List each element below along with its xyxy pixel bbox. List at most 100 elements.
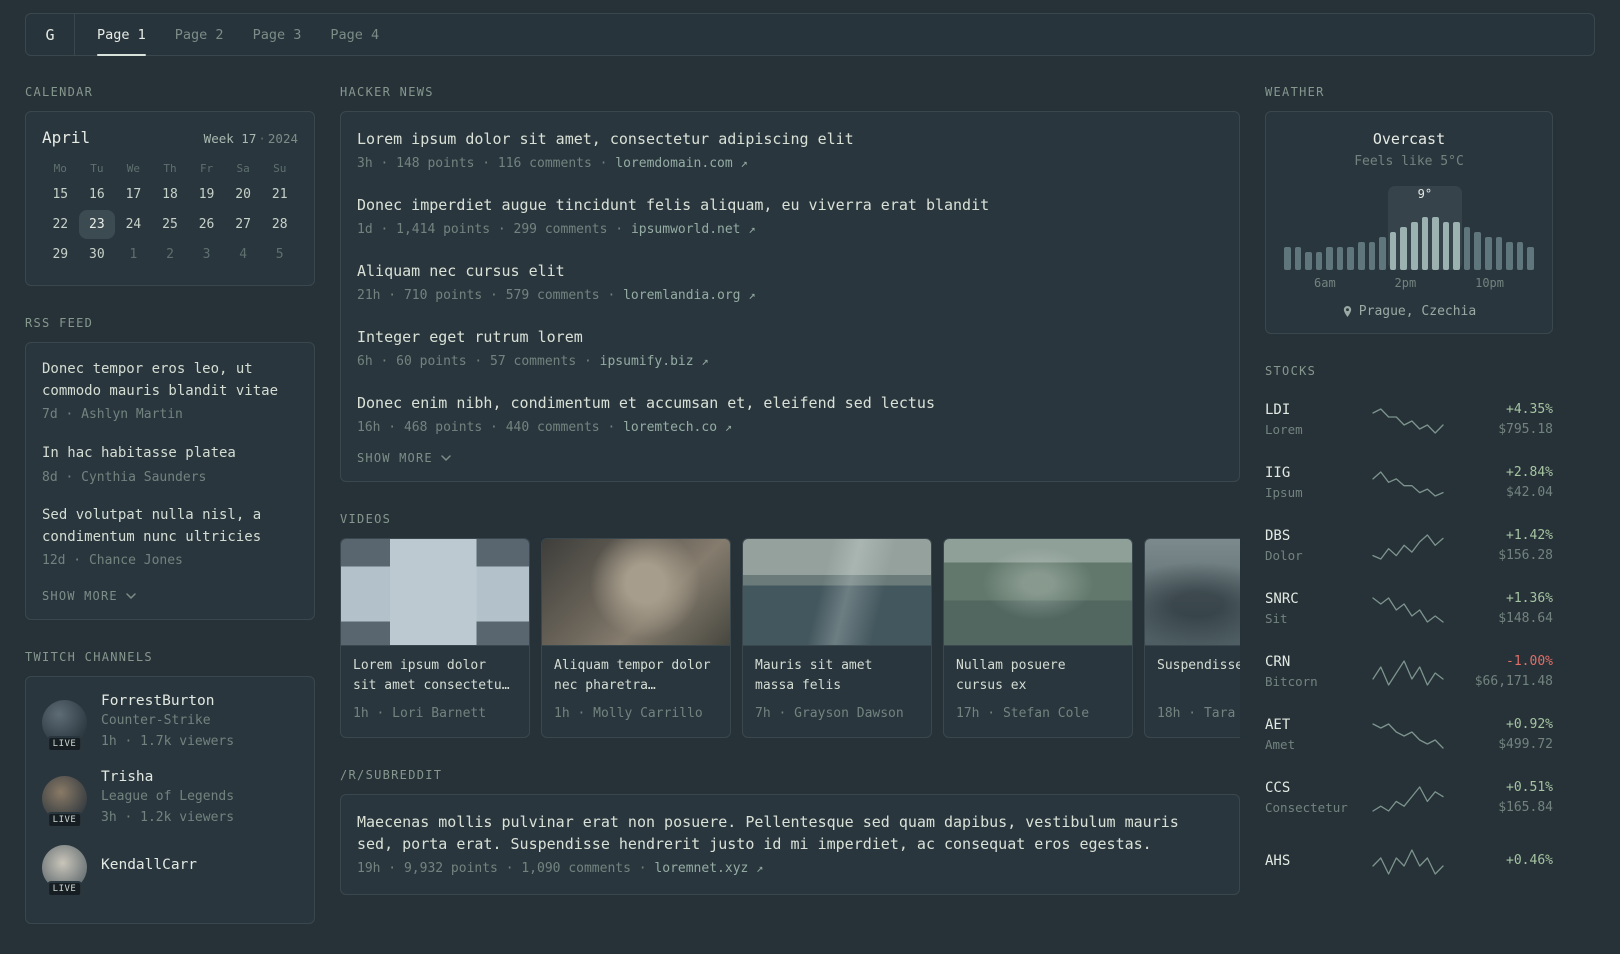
calendar-week-year: Week 17 · 2024: [204, 131, 298, 146]
page-tab-label: Page 3: [252, 26, 302, 43]
calendar-day: 2: [166, 247, 174, 262]
hackernews-widget: HACKER NEWS Lorem ipsum dolor sit amet, …: [340, 85, 1240, 482]
stock-row[interactable]: SNRC Sit +1.36% $148.64: [1265, 579, 1553, 642]
video-card[interactable]: Suspendisse diam 18h · Tara: [1144, 538, 1240, 738]
stock-values: +2.84% $42.04: [1457, 465, 1553, 503]
stock-name: Dolor: [1265, 548, 1303, 564]
rss-show-more-button[interactable]: SHOW MORE: [42, 589, 136, 603]
stock-row[interactable]: AHS +0.46%: [1265, 831, 1553, 894]
subreddit-post-domain-link[interactable]: loremnet.xyz ↗: [654, 861, 763, 876]
rss-item-title[interactable]: In hac habitasse platea: [42, 443, 298, 465]
subreddit-card: Maecenas mollis pulvinar erat non posuer…: [340, 793, 1240, 895]
calendar-day: 23: [78, 210, 116, 239]
stock-row[interactable]: CCS Consectetur +0.51% $165.84: [1265, 768, 1553, 831]
video-card[interactable]: Aliquam tempor dolor nec pharetra… 1h · …: [541, 538, 731, 738]
live-badge: LIVE: [46, 811, 83, 828]
hackernews-item-title[interactable]: Donec imperdiet augue tincidunt felis al…: [357, 194, 1223, 217]
stock-row[interactable]: DBS Dolor +1.42% $156.28: [1265, 516, 1553, 579]
hackernews-item-title[interactable]: Integer eget rutrum lorem: [357, 326, 1223, 349]
channel-name: ForrestBurton: [101, 692, 215, 709]
video-card[interactable]: Nullam posuere cursus ex 17h · Stefan Co…: [943, 538, 1133, 738]
hackernews-item-title[interactable]: Lorem ipsum dolor sit amet, consectetur …: [357, 128, 1223, 151]
video-thumbnail[interactable]: [1145, 539, 1240, 646]
stock-ticker: AHS: [1265, 852, 1291, 869]
stock-name: Amet: [1265, 737, 1296, 753]
stock-price: $42.04: [1506, 485, 1553, 501]
stock-row[interactable]: CRN Bitcorn -1.00% $66,171.48: [1265, 642, 1553, 705]
avatar: LIVE: [42, 699, 87, 752]
hackernews-card: Lorem ipsum dolor sit amet, consectetur …: [340, 111, 1240, 482]
stock-identity: AET Amet: [1265, 717, 1359, 755]
hackernews-item-title[interactable]: Donec enim nibh, condimentum et accumsan…: [357, 392, 1223, 415]
domain-text: loremnet.xyz: [654, 860, 749, 876]
video-card[interactable]: Lorem ipsum dolor sit amet consectetu… 1…: [340, 538, 530, 738]
stock-identity: CRN Bitcorn: [1265, 654, 1359, 692]
channel-info: ForrestBurton Counter-Strike 1h · 1.7k v…: [101, 693, 234, 752]
subreddit-post: Maecenas mollis pulvinar erat non posuer…: [357, 811, 1223, 879]
external-link-icon: ↗: [748, 287, 756, 302]
stock-change: +0.92%: [1506, 717, 1553, 733]
channel-game[interactable]: Counter-Strike: [101, 711, 234, 731]
stock-identity: CCS Consectetur: [1265, 780, 1359, 818]
hackernews-item-domain-link[interactable]: ipsumify.biz ↗: [600, 354, 709, 369]
stock-identity: LDI Lorem: [1265, 402, 1359, 440]
domain-text: loremdomain.com: [615, 155, 733, 171]
weather-card: Overcast Feels like 5°C 9° 6am 2pm 10pm Pr…: [1265, 111, 1553, 334]
hackernews-item-title[interactable]: Aliquam nec cursus elit: [357, 260, 1223, 283]
calendar-day: 22: [52, 217, 69, 232]
twitch-channel[interactable]: LIVE ForrestBurton Counter-Strike 1h · 1…: [42, 693, 298, 752]
twitch-channel[interactable]: LIVE KendallCarr: [42, 844, 298, 897]
hackernews-item-domain-link[interactable]: loremlandia.org ↗: [623, 288, 755, 303]
rss-item: Sed volutpat nulla nisl, a condimentum n…: [42, 505, 298, 571]
page-tab[interactable]: Page 1: [97, 14, 146, 56]
calendar-day: 1: [129, 247, 138, 262]
rss-widget: RSS FEED Donec tempor eros leo, ut commo…: [25, 316, 315, 620]
video-thumbnail[interactable]: [542, 539, 730, 646]
app-logo[interactable]: G: [26, 14, 75, 55]
weather-bars: [1284, 212, 1534, 270]
stocks-widget-title: STOCKS: [1265, 363, 1317, 378]
stock-values: +1.36% $148.64: [1457, 591, 1553, 629]
page-tab[interactable]: Page 2: [175, 14, 224, 55]
calendar-widget: CALENDAR April Week 17 · 2024 Mo Tu We Th Fr Sa…: [25, 85, 315, 286]
dot-separator: ·: [258, 131, 266, 146]
stock-price: $156.28: [1498, 548, 1553, 564]
hackernews-item-domain-link[interactable]: loremdomain.com ↗: [615, 156, 747, 171]
hackernews-item-domain-link[interactable]: loremtech.co ↗: [623, 420, 732, 435]
hackernews-item-stats: 1d · 1,414 points · 299 comments ·: [357, 221, 624, 237]
video-card[interactable]: Mauris sit amet massa felis 7h · Grayson…: [742, 538, 932, 738]
page-tab[interactable]: Page 3: [253, 14, 302, 55]
stock-ticker: SNRC: [1265, 591, 1299, 608]
weather-condition: Overcast: [1372, 130, 1446, 148]
twitch-card: LIVE ForrestBurton Counter-Strike 1h · 1…: [25, 675, 315, 924]
stock-row[interactable]: IIG Ipsum +2.84% $42.04: [1265, 453, 1553, 516]
video-thumbnail[interactable]: [341, 539, 529, 646]
live-badge: LIVE: [46, 880, 83, 897]
hackernews-show-more-button[interactable]: SHOW MORE: [357, 451, 451, 465]
rss-item-title[interactable]: Sed volutpat nulla nisl, a condimentum n…: [42, 505, 298, 548]
stock-name: Consectetur: [1265, 800, 1348, 816]
stock-row[interactable]: LDI Lorem +4.35% $795.18: [1265, 390, 1553, 453]
calendar-day: 30: [89, 247, 105, 262]
rss-item-title[interactable]: Donec tempor eros leo, ut commodo mauris…: [42, 359, 298, 402]
video-thumbnail[interactable]: [944, 539, 1132, 646]
twitch-widget-title: TWITCH CHANNELS: [25, 649, 153, 664]
calendar-dow-label: Th: [163, 162, 177, 175]
subreddit-post-title[interactable]: Maecenas mollis pulvinar erat non posuer…: [357, 811, 1223, 856]
channel-name: Trisha: [101, 768, 154, 785]
stock-values: +0.46%: [1457, 853, 1553, 871]
stock-price: $499.72: [1498, 737, 1553, 753]
stock-change: +0.51%: [1506, 780, 1553, 796]
calendar-day: 18: [162, 187, 178, 202]
video-thumbnail[interactable]: [743, 539, 931, 646]
weather-location: Prague, Czechia: [1358, 303, 1477, 319]
hackernews-item-domain-link[interactable]: ipsumworld.net ↗: [631, 222, 756, 237]
page-tab[interactable]: Page 4: [330, 14, 379, 55]
calendar-day: 27: [235, 217, 251, 232]
stock-row[interactable]: AET Amet +0.92% $499.72: [1265, 705, 1553, 768]
calendar-day: 26: [198, 217, 215, 232]
stock-price: $165.84: [1498, 800, 1553, 816]
channel-game[interactable]: League of Legends: [101, 787, 234, 807]
twitch-channel[interactable]: LIVE Trisha League of Legends 3h · 1.2k …: [42, 769, 298, 828]
page-tabs: Page 1 Page 2 Page 3 Page 4: [75, 14, 379, 56]
